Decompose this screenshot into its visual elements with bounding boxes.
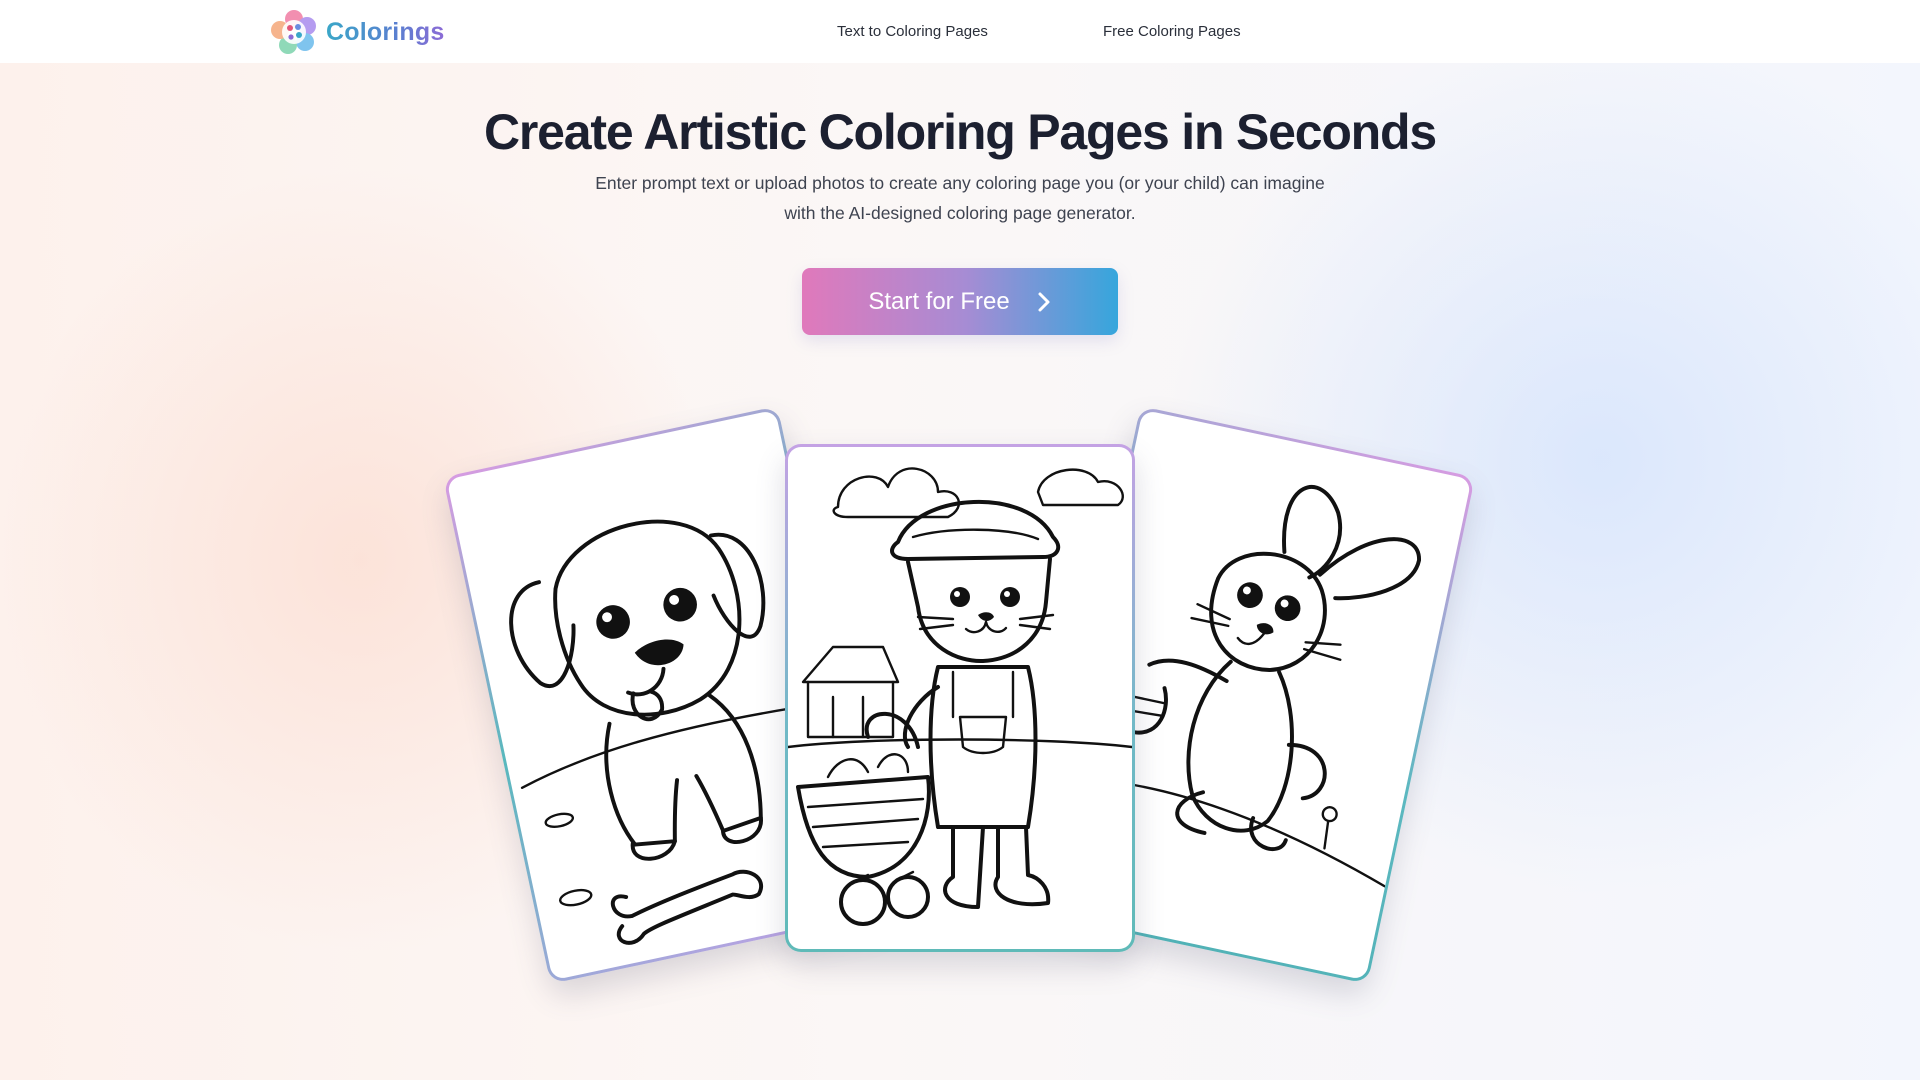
chevron-right-icon xyxy=(1038,292,1050,311)
palette-flower-icon xyxy=(271,10,316,54)
start-for-free-button[interactable]: Start for Free xyxy=(802,268,1118,335)
coloring-card-cat-farmer[interactable] xyxy=(785,444,1135,952)
brand-logo-link[interactable]: Colorings xyxy=(270,10,444,54)
cat-farmer-coloring-image xyxy=(788,467,1132,926)
hero-subtitle-line-1: Enter prompt text or upload photos to cr… xyxy=(595,173,1325,193)
hero-subtitle-line-2: with the AI-designed coloring page gener… xyxy=(784,203,1136,223)
nav-free-coloring-pages[interactable]: Free Coloring Pages xyxy=(1103,0,1241,63)
card-image-frame xyxy=(788,447,1132,949)
hero-title: Create Artistic Coloring Pages in Second… xyxy=(484,104,1437,160)
hero-subtitle: Enter prompt text or upload photos to cr… xyxy=(560,168,1360,228)
nav-text-to-coloring-pages[interactable]: Text to Coloring Pages xyxy=(837,0,988,63)
start-for-free-label: Start for Free xyxy=(868,287,1010,315)
site-header: Colorings Text to Coloring Pages Free Co… xyxy=(0,0,1920,63)
brand-name: Colorings xyxy=(326,17,445,46)
